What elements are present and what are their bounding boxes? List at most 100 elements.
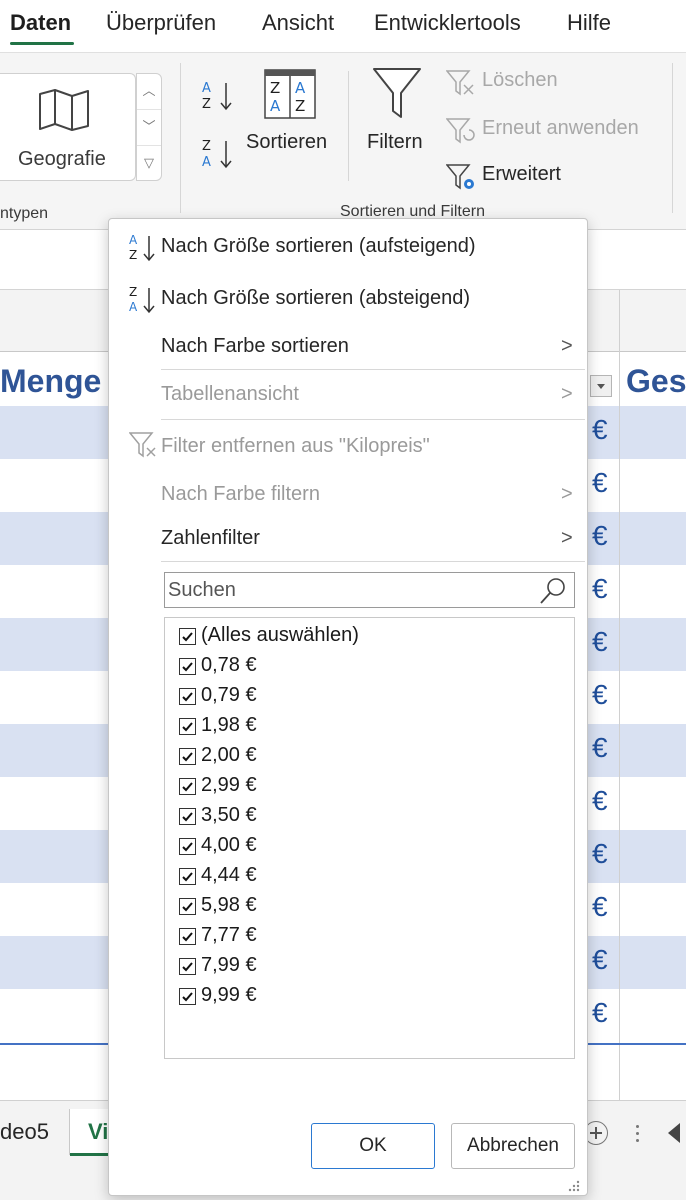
tab-entwicklertools[interactable]: Entwicklertools <box>374 10 521 36</box>
filter-search-input[interactable]: Suchen <box>164 572 575 608</box>
svg-text:A: A <box>202 155 211 170</box>
ribbon-tab-bar: Daten Überprüfen Ansicht Entwicklertools… <box>0 0 686 52</box>
checkbox-checked-icon[interactable] <box>179 718 196 735</box>
checkbox-checked-icon[interactable] <box>179 748 196 765</box>
geography-label: Geografie <box>18 148 106 170</box>
euro-cell: € <box>592 785 608 816</box>
list-item-label: 9,99 € <box>201 984 257 1006</box>
menu-sort-ascending[interactable]: A Z Nach Größe sortieren (aufsteigend) <box>109 223 587 269</box>
group-separator <box>672 63 673 213</box>
clear-filter-small-icon <box>129 432 156 458</box>
menu-separator <box>161 561 585 562</box>
filter-dropdown-button[interactable] <box>590 375 612 397</box>
svg-text:A: A <box>129 233 138 247</box>
gallery-down-icon[interactable]: ﹀ <box>137 110 161 146</box>
svg-text:Z: Z <box>129 285 137 299</box>
euro-cell: € <box>592 679 608 710</box>
euro-cell: € <box>592 891 608 922</box>
checkbox-checked-icon[interactable] <box>179 868 196 885</box>
filter-icon[interactable] <box>372 67 422 121</box>
list-item-label: 7,99 € <box>201 954 257 976</box>
filter-value-list[interactable]: (Alles auswählen) 0,78 € 0,79 € 1,98 € 2… <box>164 617 575 1059</box>
checkbox-checked-icon[interactable] <box>179 778 196 795</box>
svg-text:Z: Z <box>202 139 211 154</box>
search-icon <box>540 578 565 604</box>
advanced-filter-label: Erweitert <box>482 163 561 185</box>
menu-number-filter[interactable]: Zahlenfilter > <box>109 515 587 561</box>
sort-desc-icon[interactable]: Z A <box>202 137 236 173</box>
menu-table-view[interactable]: Tabellenansicht > <box>109 371 587 417</box>
list-item-label: 1,98 € <box>201 714 257 736</box>
chevron-right-icon: > <box>561 483 573 505</box>
sheet-tab-active-label: Vi <box>88 1119 109 1144</box>
list-item-label: 5,98 € <box>201 894 257 916</box>
header-ges: Ges <box>626 363 686 399</box>
svg-text:Z: Z <box>270 79 280 97</box>
svg-text:A: A <box>270 97 281 115</box>
svg-text:Z: Z <box>129 248 137 262</box>
datatypes-group-label: ntypen <box>0 205 49 222</box>
euro-cell: € <box>592 732 608 763</box>
menu-separator <box>161 419 585 420</box>
clear-filter-icon <box>446 70 474 96</box>
list-item-label: 7,77 € <box>201 924 257 946</box>
svg-text:A: A <box>295 79 306 97</box>
menu-remove-filter-label: Filter entfernen aus "Kilopreis" <box>161 435 430 457</box>
header-menge: Menge <box>0 363 102 399</box>
more-options-icon[interactable] <box>636 1125 640 1145</box>
checkbox-checked-icon[interactable] <box>179 928 196 945</box>
tab-ansicht[interactable]: Ansicht <box>262 10 334 36</box>
checkbox-checked-icon[interactable] <box>179 958 196 975</box>
menu-sort-descending-label: Nach Größe sortieren (absteigend) <box>161 287 471 309</box>
checkbox-checked-icon[interactable] <box>179 808 196 825</box>
euro-cell: € <box>592 626 608 657</box>
menu-sort-by-color[interactable]: Nach Farbe sortieren > <box>109 323 587 369</box>
gallery-up-icon[interactable]: ︿ <box>137 74 161 110</box>
svg-text:Z: Z <box>295 97 305 115</box>
tab-daten[interactable]: Daten <box>10 10 71 36</box>
checkbox-checked-icon[interactable] <box>179 838 196 855</box>
menu-remove-filter[interactable]: Filter entfernen aus "Kilopreis" <box>109 423 587 469</box>
group-separator <box>348 71 349 181</box>
scroll-left-icon[interactable] <box>668 1123 680 1143</box>
cancel-button[interactable]: Abbrechen <box>451 1123 575 1169</box>
resize-grip-icon[interactable] <box>567 1179 581 1193</box>
list-item-label: (Alles auswählen) <box>201 624 359 646</box>
menu-sort-descending[interactable]: Z A Nach Größe sortieren (absteigend) <box>109 275 587 321</box>
geography-gallery[interactable]: Geografie <box>0 73 136 181</box>
map-icon <box>39 89 89 131</box>
list-item-label: 0,78 € <box>201 654 257 676</box>
advanced-filter-icon <box>446 164 474 190</box>
list-item-label: 2,99 € <box>201 774 257 796</box>
ok-button[interactable]: OK <box>311 1123 435 1169</box>
tab-hilfe[interactable]: Hilfe <box>567 10 611 36</box>
tab-ueberpruefen[interactable]: Überprüfen <box>106 10 216 36</box>
menu-filter-by-color-label: Nach Farbe filtern <box>161 483 320 505</box>
checkbox-checked-icon[interactable] <box>179 658 196 675</box>
sort-asc-icon[interactable]: A Z <box>202 79 236 115</box>
reapply-label: Erneut anwenden <box>482 117 639 139</box>
filter-button[interactable]: Filtern <box>367 131 423 154</box>
checkbox-checked-icon[interactable] <box>179 688 196 705</box>
gallery-more-icon[interactable]: ▽ <box>137 146 161 182</box>
clear-filter-label: Löschen <box>482 69 558 91</box>
column-gridline <box>619 290 620 1100</box>
euro-cell: € <box>592 573 608 604</box>
sheet-tab-deo5[interactable]: deo5 <box>0 1109 70 1155</box>
svg-text:Z: Z <box>202 97 211 112</box>
list-item-label: 4,00 € <box>201 834 257 856</box>
chevron-right-icon: > <box>561 383 573 405</box>
euro-cell: € <box>592 997 608 1028</box>
menu-filter-by-color[interactable]: Nach Farbe filtern > <box>109 471 587 517</box>
gallery-scroll[interactable]: ︿ ﹀ ▽ <box>136 73 162 181</box>
sort-dialog-icon[interactable]: Z A A Z <box>264 69 316 119</box>
autofilter-menu: A Z Nach Größe sortieren (aufsteigend) Z… <box>108 218 588 1196</box>
list-item-label: 0,79 € <box>201 684 257 706</box>
sort-button[interactable]: Sortieren <box>246 131 327 154</box>
menu-sort-ascending-label: Nach Größe sortieren (aufsteigend) <box>161 235 476 257</box>
checkbox-checked-icon[interactable] <box>179 988 196 1005</box>
euro-cell: € <box>592 467 608 498</box>
euro-cell: € <box>592 520 608 551</box>
checkbox-checked-icon[interactable] <box>179 628 196 645</box>
checkbox-checked-icon[interactable] <box>179 898 196 915</box>
